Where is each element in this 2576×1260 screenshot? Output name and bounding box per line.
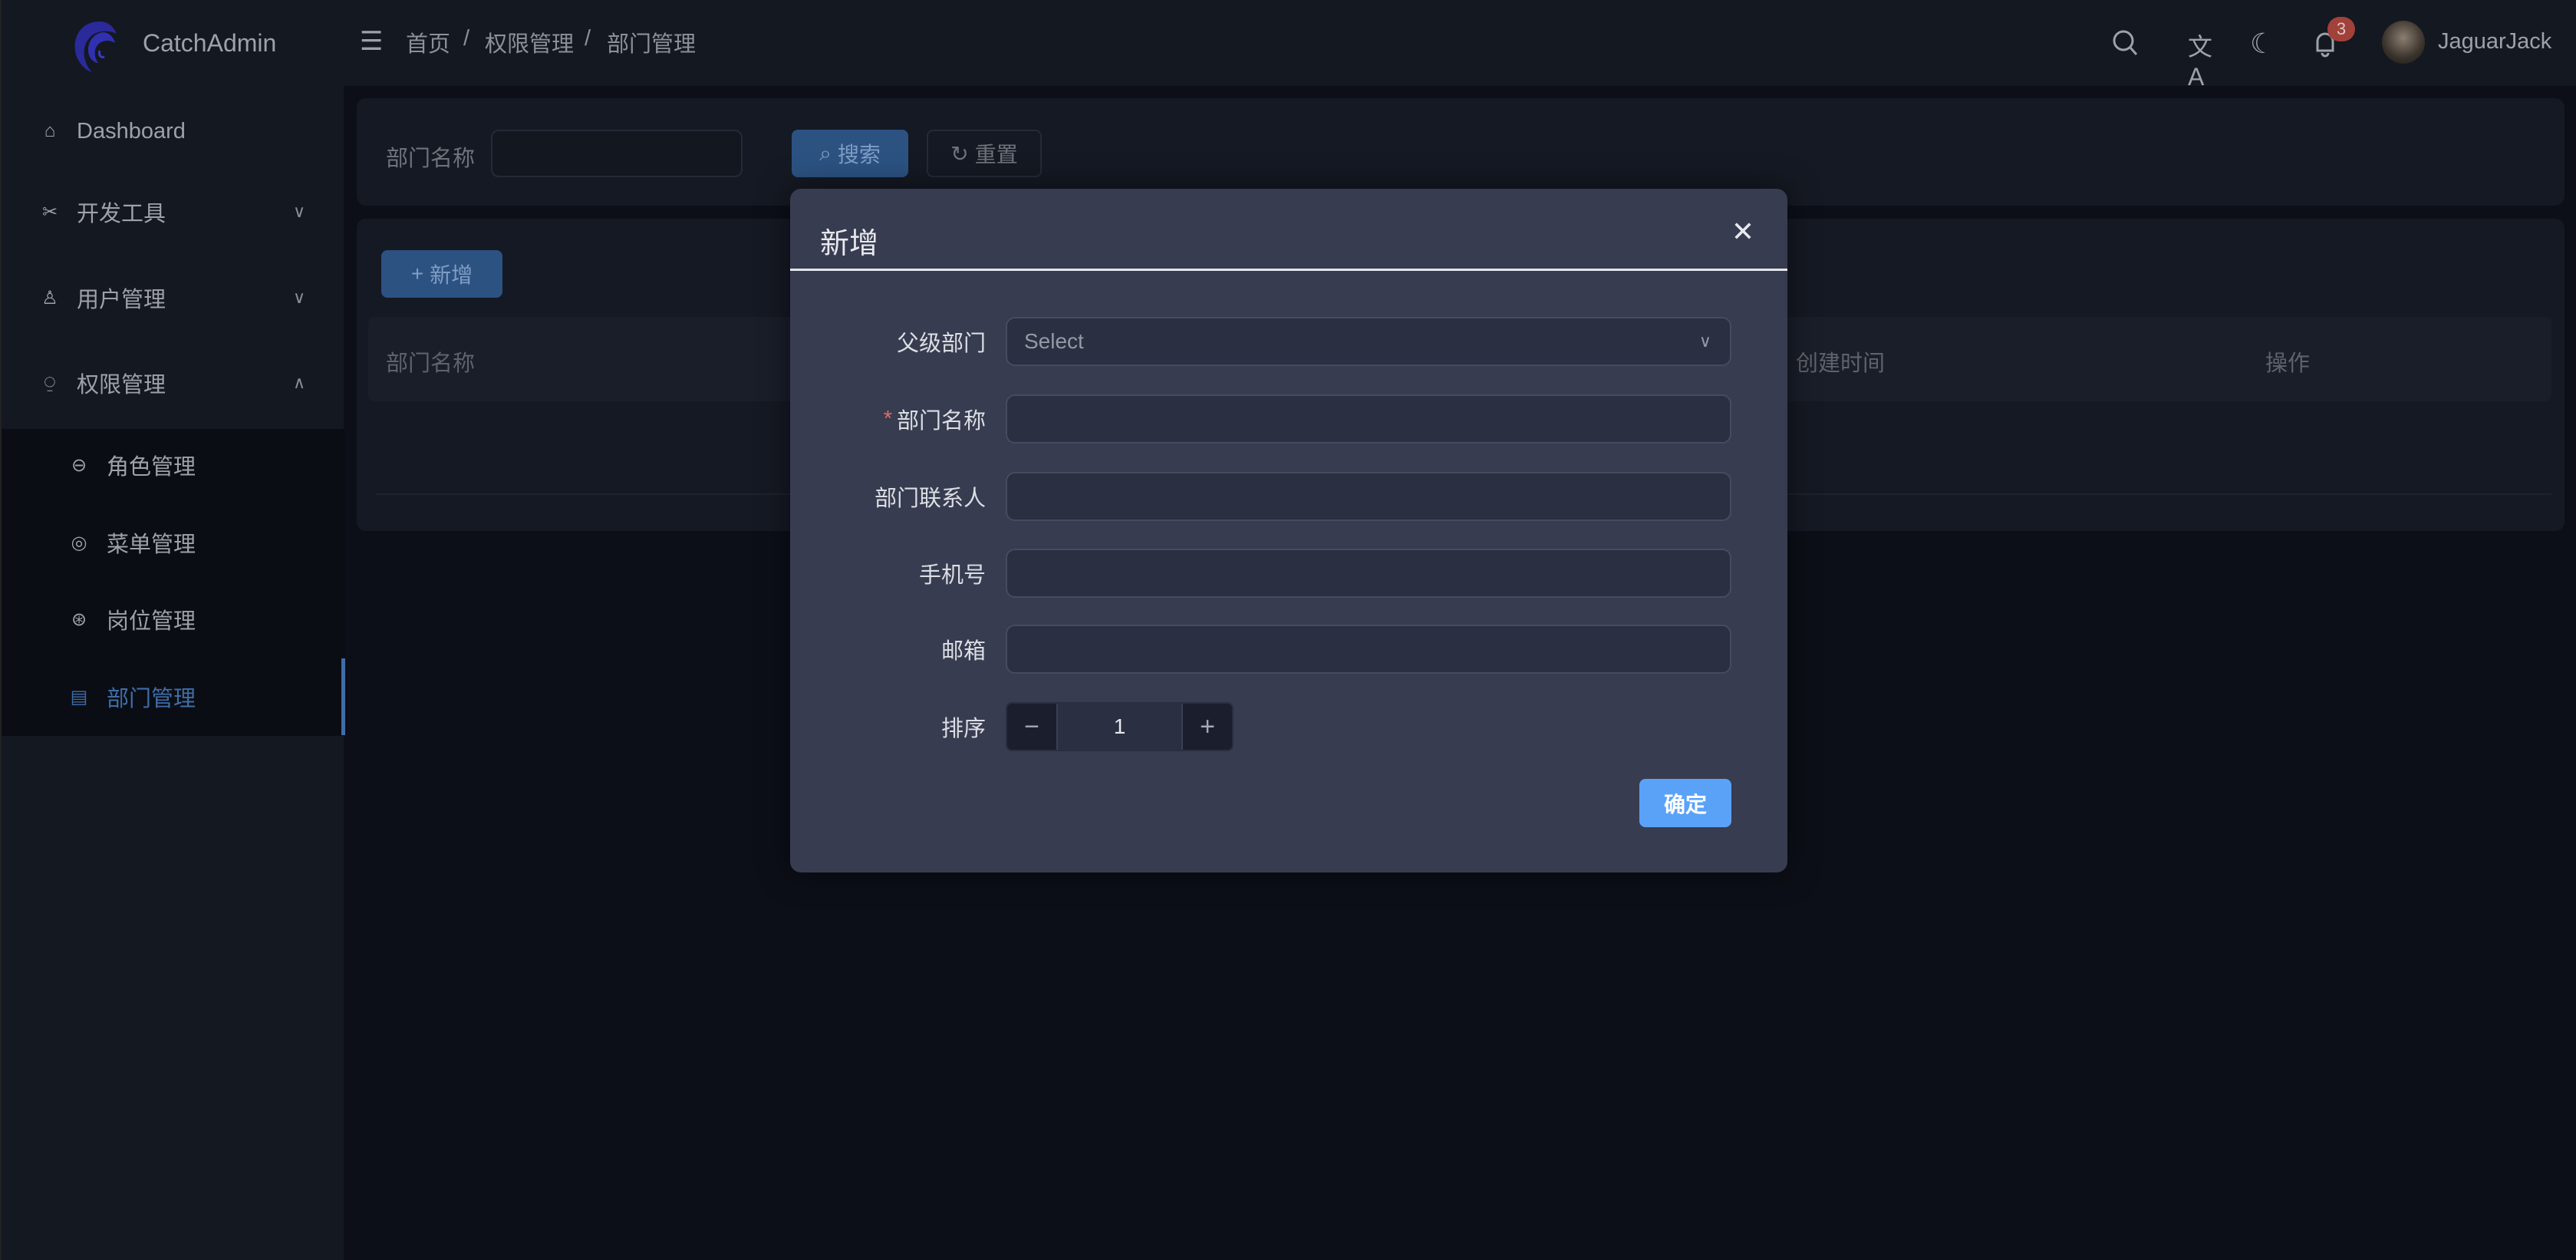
column-header: 创建时间 — [1796, 345, 1885, 378]
search-icon[interactable] — [2110, 28, 2141, 58]
avatar[interactable] — [2382, 21, 2425, 64]
sidebar-item-permission-management[interactable]: ⍜ 权限管理 ∧ — [2, 345, 345, 421]
email-input[interactable] — [1006, 625, 1731, 674]
field-label: 邮箱 — [941, 625, 986, 674]
breadcrumb-current: 部门管理 — [607, 26, 696, 58]
sidebar-item-dashboard[interactable]: ⌂ Dashboard — [2, 93, 345, 170]
field-label: *部门名称 — [884, 394, 986, 444]
required-mark: * — [884, 407, 892, 432]
department-name-search-input[interactable] — [491, 130, 743, 177]
user-icon: ♙ — [40, 288, 60, 308]
phone-input[interactable] — [1006, 549, 1731, 598]
decrement-button[interactable]: − — [1007, 704, 1056, 750]
post-icon: ⊛ — [69, 609, 89, 629]
department-icon: ▤ — [69, 687, 89, 707]
column-header: 操作 — [2265, 345, 2310, 378]
chevron-down-icon: ∨ — [1699, 331, 1711, 351]
parent-department-select[interactable]: Select ∨ — [1006, 317, 1731, 366]
menu-toggle-icon[interactable]: ☰ — [360, 26, 383, 57]
close-icon[interactable]: ✕ — [1728, 216, 1758, 247]
email-label: 邮箱 — [941, 633, 986, 665]
permission-icon: ⍜ — [40, 373, 60, 393]
home-icon: ⌂ — [40, 121, 60, 141]
role-icon: ⊖ — [69, 455, 89, 475]
sidebar-item-label: Dashboard — [77, 119, 186, 144]
chevron-down-icon: ∨ — [293, 288, 305, 308]
sidebar-item-roles[interactable]: ⊖ 角色管理 — [2, 427, 345, 503]
contact-label: 部门联系人 — [875, 480, 986, 513]
select-placeholder: Select — [1024, 329, 1084, 354]
sort-label: 排序 — [941, 711, 986, 743]
sidebar-item-label: 部门管理 — [107, 681, 196, 713]
reset-button[interactable]: ↻ 重置 — [927, 130, 1042, 177]
field-label: 部门联系人 — [875, 472, 986, 521]
catchadmin-logo — [69, 17, 126, 74]
confirm-button[interactable]: 确定 — [1639, 779, 1731, 827]
sidebar-item-departments[interactable]: ▤ 部门管理 — [2, 658, 345, 735]
chevron-down-icon: ∨ — [293, 202, 305, 222]
username[interactable]: JaguarJack — [2438, 29, 2551, 54]
sidebar-item-label: 权限管理 — [77, 367, 166, 399]
breadcrumb-permission[interactable]: 权限管理 — [485, 26, 574, 58]
sort-value[interactable]: 1 — [1056, 704, 1183, 750]
plus-icon: + — [411, 262, 423, 286]
parent-department-label: 父级部门 — [897, 325, 986, 358]
sidebar-item-posts[interactable]: ⊛ 岗位管理 — [2, 581, 345, 658]
phone-label: 手机号 — [919, 557, 986, 589]
reset-button-label: 重置 — [975, 138, 1018, 169]
search-icon: ⌕ — [819, 141, 832, 167]
column-header: 部门名称 — [386, 345, 475, 378]
department-name-label: 部门名称 — [897, 403, 986, 435]
department-contact-input[interactable] — [1006, 472, 1731, 521]
notification-badge: 3 — [2327, 17, 2355, 41]
sidebar-item-label: 岗位管理 — [107, 603, 196, 635]
search-button[interactable]: ⌕搜索 — [792, 130, 908, 177]
dialog-divider — [790, 269, 1787, 271]
chevron-up-icon: ∧ — [293, 373, 305, 393]
field-label: 排序 — [941, 702, 986, 751]
sidebar-item-label: 开发工具 — [77, 196, 166, 228]
tools-icon: ✂ — [40, 202, 60, 222]
sidebar-item-label: 用户管理 — [77, 282, 166, 314]
sidebar-item-label: 菜单管理 — [107, 526, 196, 559]
sidebar-item-dev-tools[interactable]: ✂ 开发工具 ∨ — [2, 173, 345, 250]
add-button-label: 新增 — [430, 259, 473, 289]
sidebar-item-menus[interactable]: ◎ 菜单管理 — [2, 504, 345, 581]
sort-stepper[interactable]: − 1 + — [1006, 702, 1234, 751]
sidebar-item-label: 角色管理 — [107, 449, 196, 481]
add-department-dialog: 新增 ✕ 父级部门 Select∨ *部门名称 部门联系人 手机号 邮箱 排序 … — [790, 189, 1787, 872]
dialog-title: 新增 — [820, 219, 878, 262]
department-name-input[interactable] — [1006, 394, 1731, 444]
increment-button[interactable]: + — [1183, 704, 1232, 750]
breadcrumb-home[interactable]: 首页 — [406, 26, 450, 58]
fingerprint-icon: ◎ — [69, 533, 89, 552]
field-label: 父级部门 — [897, 317, 986, 366]
refresh-icon: ↻ — [950, 141, 968, 167]
search-button-label: 搜索 — [838, 138, 881, 169]
sidebar: CatchAdmin ⌂ Dashboard ✂ 开发工具 ∨ ♙ 用户管理 ∨… — [0, 0, 344, 1260]
translate-icon[interactable]: 文A — [2188, 28, 2219, 58]
moon-icon[interactable]: ☾ — [2250, 28, 2281, 58]
sidebar-item-user-management[interactable]: ♙ 用户管理 ∨ — [2, 259, 345, 336]
breadcrumb-separator: / — [463, 26, 469, 51]
app-name: CatchAdmin — [143, 29, 276, 58]
field-label: 手机号 — [919, 549, 986, 598]
add-button[interactable]: + 新增 — [381, 250, 502, 298]
search-label: 部门名称 — [386, 140, 475, 173]
breadcrumb-separator: / — [585, 26, 591, 51]
